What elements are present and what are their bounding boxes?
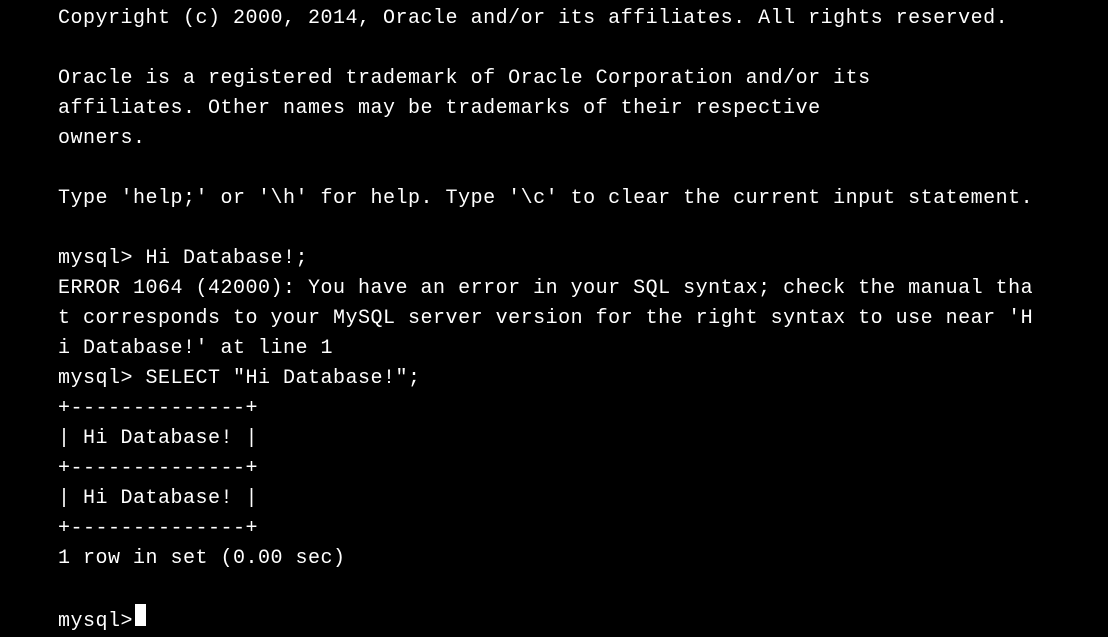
blank-line <box>58 154 1050 184</box>
table-border-bottom: +--------------+ <box>58 514 1050 544</box>
query-result-summary: 1 row in set (0.00 sec) <box>58 544 1050 574</box>
error-output-line2: t corresponds to your MySQL server versi… <box>58 304 1050 334</box>
table-data-row: | Hi Database! | <box>58 484 1050 514</box>
trademark-text-line3: owners. <box>58 124 1050 154</box>
help-text: Type 'help;' or '\h' for help. Type '\c'… <box>58 184 1050 214</box>
mysql-prompt-command2: mysql> SELECT "Hi Database!"; <box>58 364 1050 394</box>
cursor-icon <box>135 604 146 626</box>
table-border-top: +--------------+ <box>58 394 1050 424</box>
table-header-row: | Hi Database! | <box>58 424 1050 454</box>
trademark-text-line1: Oracle is a registered trademark of Orac… <box>58 64 1050 94</box>
trademark-text-line2: affiliates. Other names may be trademark… <box>58 94 1050 124</box>
error-output-line3: i Database!' at line 1 <box>58 334 1050 364</box>
error-output-line1: ERROR 1064 (42000): You have an error in… <box>58 274 1050 304</box>
blank-line <box>58 574 1050 604</box>
blank-line <box>58 34 1050 64</box>
blank-line <box>58 214 1050 244</box>
mysql-prompt-command1: mysql> Hi Database!; <box>58 244 1050 274</box>
table-border-middle: +--------------+ <box>58 454 1050 484</box>
mysql-prompt-active[interactable]: mysql> <box>58 604 1050 637</box>
copyright-text: Copyright (c) 2000, 2014, Oracle and/or … <box>58 4 1050 34</box>
mysql-prompt-text: mysql> <box>58 607 133 637</box>
